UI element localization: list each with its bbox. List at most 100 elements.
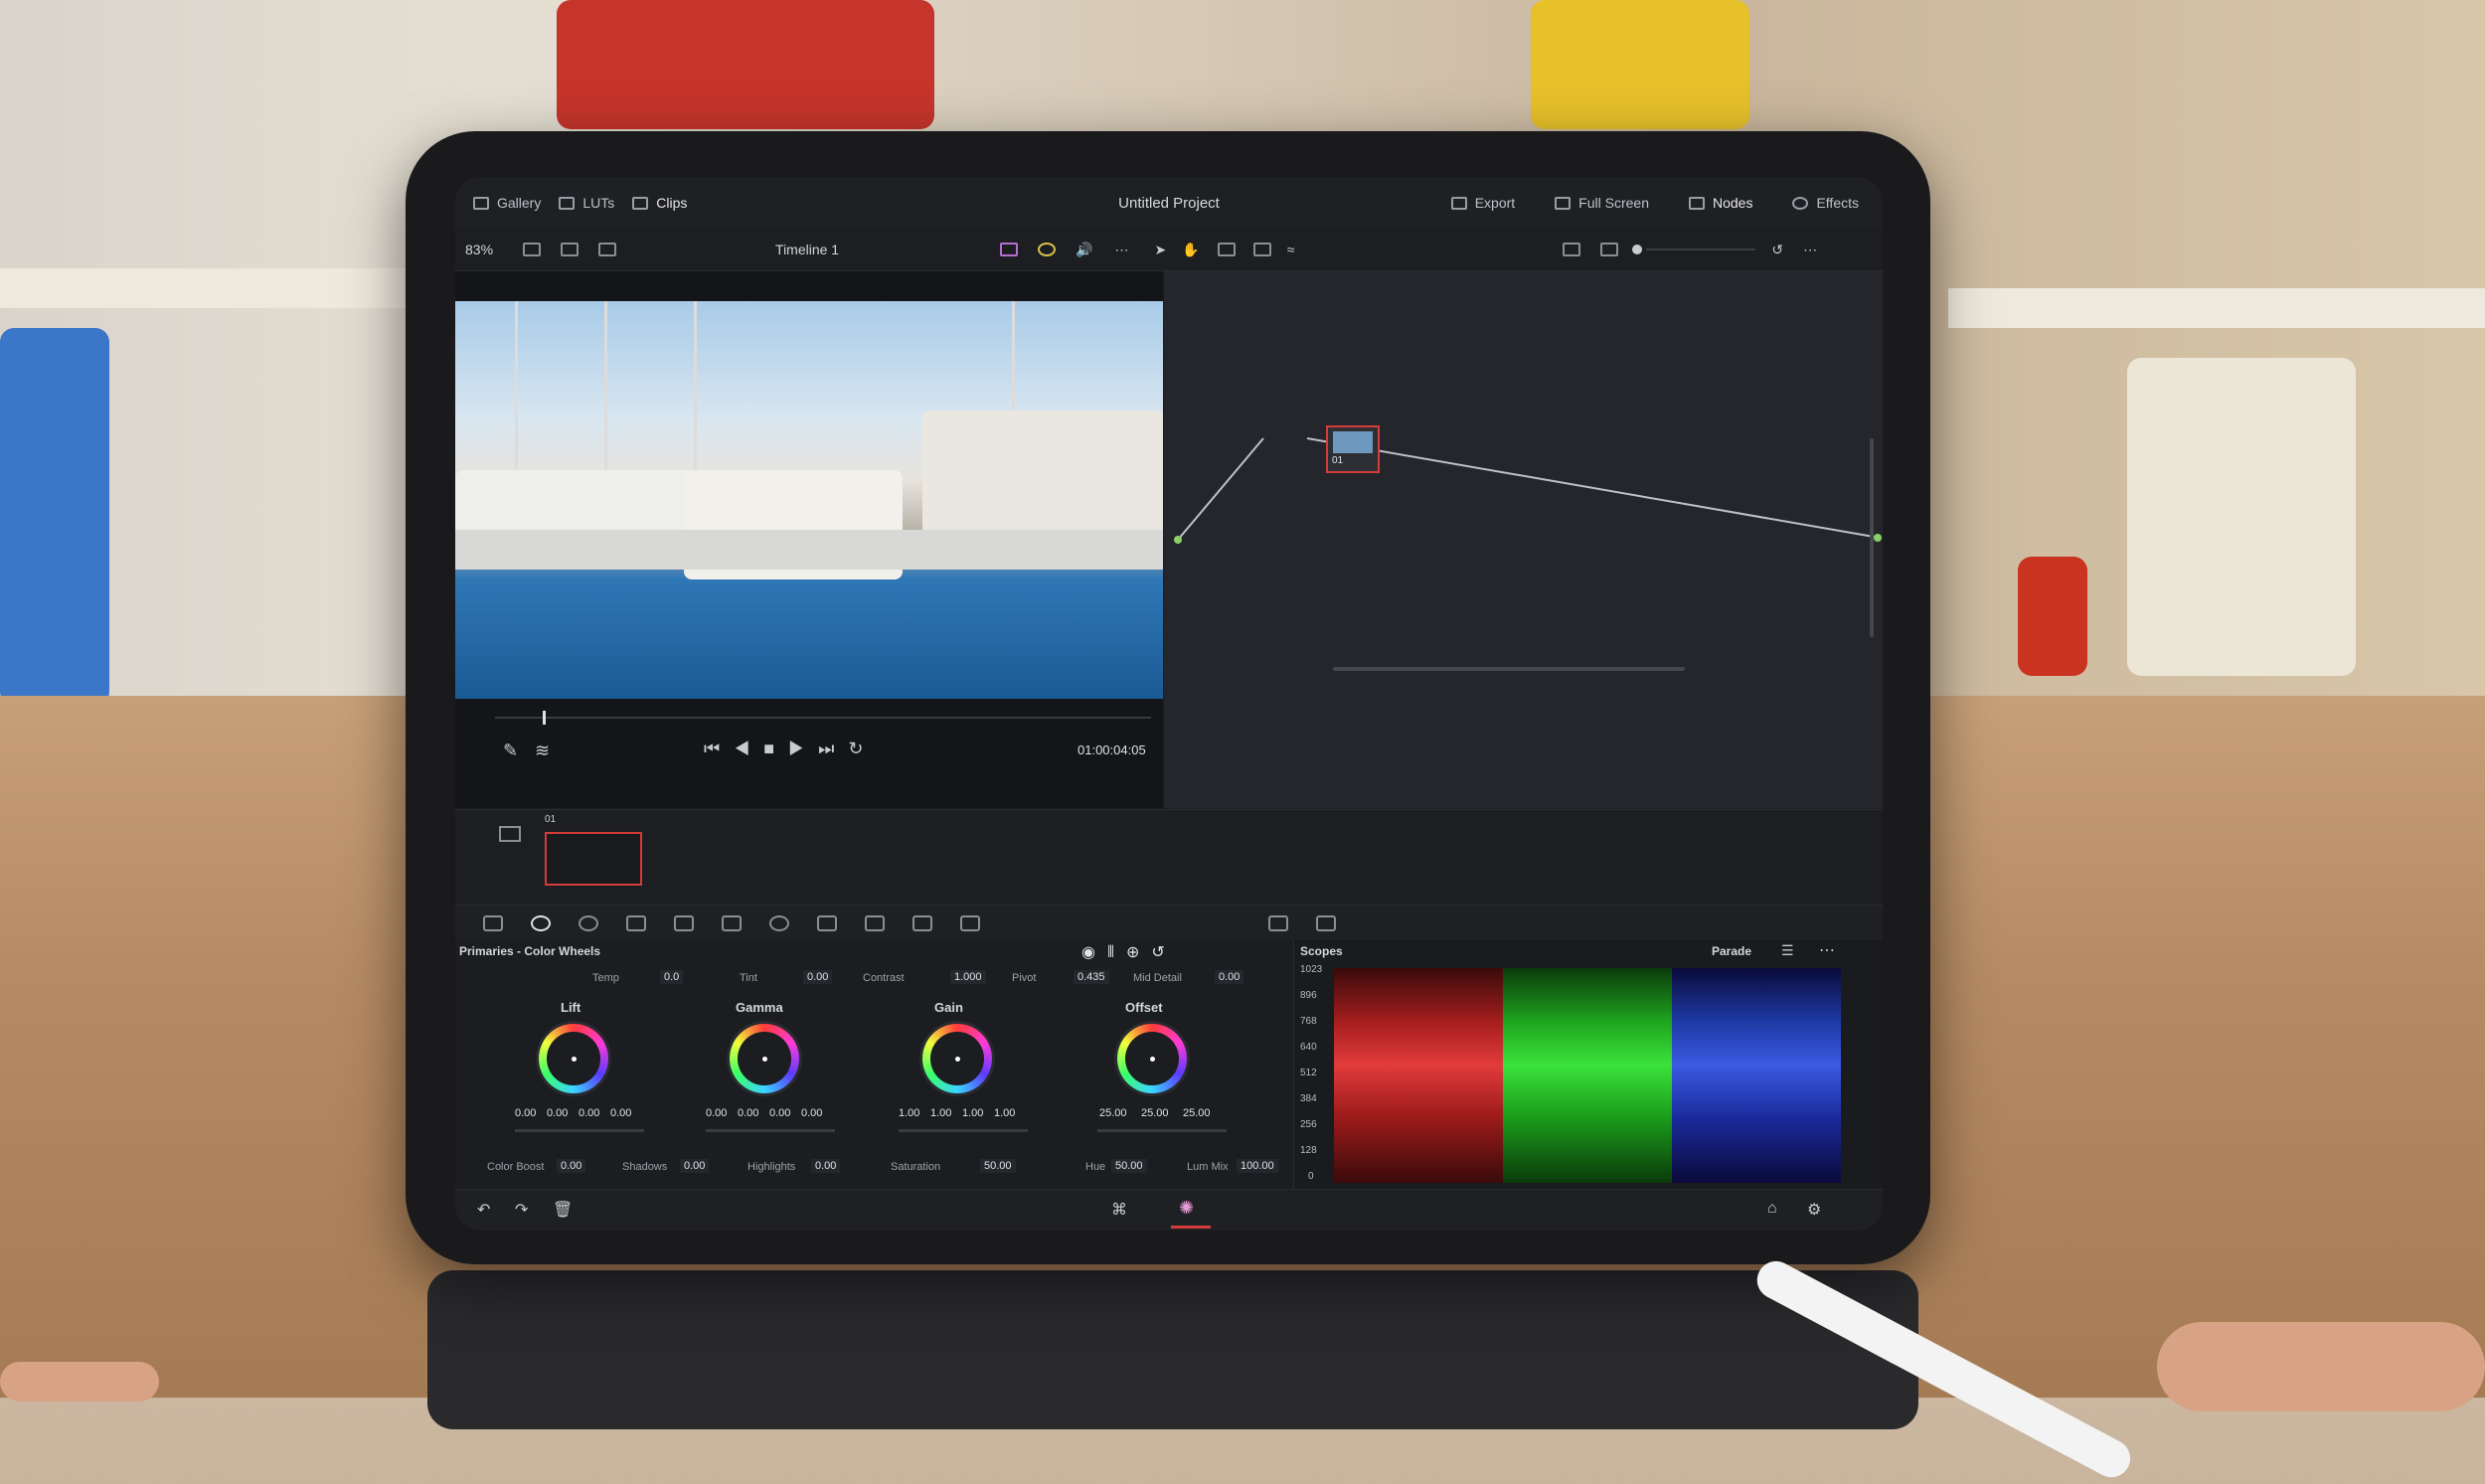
gamma-master-slider[interactable] (706, 1129, 835, 1132)
gamma-g[interactable]: 0.00 (769, 1107, 790, 1119)
gain-master-slider[interactable] (899, 1129, 1028, 1132)
gamma-wheel-point[interactable] (762, 1057, 767, 1062)
scope-settings-icon[interactable]: ☰ (1781, 942, 1794, 959)
window-icon[interactable] (769, 915, 789, 931)
trash-icon[interactable]: 🗑 (553, 1200, 573, 1220)
sizing-icon[interactable] (960, 915, 980, 931)
info-icon[interactable] (1316, 915, 1336, 931)
color-icon[interactable] (1038, 243, 1057, 256)
zoom-level[interactable]: 83% (465, 242, 493, 257)
zoom-slider-handle[interactable] (1632, 245, 1643, 254)
full-screen-button[interactable]: Full Screen (1555, 195, 1649, 211)
zoom-fit-icon[interactable] (1600, 243, 1619, 256)
scrubber[interactable] (495, 717, 1151, 719)
scope-mode-selector[interactable]: Parade (1712, 944, 1751, 958)
curves-icon[interactable]: ≈ (1287, 242, 1295, 257)
serial-node[interactable]: 01 (1326, 425, 1380, 473)
redo-icon[interactable]: ↷ (515, 1200, 528, 1220)
effects-tab[interactable]: Effects (1792, 195, 1859, 211)
curves-icon[interactable] (626, 915, 646, 931)
scope-options-icon[interactable]: ⋯ (1819, 940, 1835, 960)
camera-raw-icon[interactable] (483, 915, 503, 931)
temp-value[interactable]: 0.0 (660, 970, 684, 984)
split-view-icon[interactable] (561, 243, 580, 256)
qualifier-icon[interactable] (674, 915, 694, 931)
playhead[interactable] (543, 711, 546, 725)
more-icon[interactable]: ⋯ (1115, 242, 1129, 258)
tint-value[interactable]: 0.00 (803, 970, 833, 984)
lummix-value[interactable]: 100.00 (1237, 1159, 1278, 1173)
clip-view-icon[interactable] (499, 826, 521, 842)
reset-icon[interactable]: ↺ (1771, 242, 1783, 258)
tracker-icon[interactable] (817, 915, 837, 931)
export-button[interactable]: Export (1450, 195, 1515, 211)
scopes-icon[interactable] (1268, 915, 1288, 931)
gamma-r[interactable]: 0.00 (738, 1107, 758, 1119)
gamma-wheel[interactable] (730, 1024, 799, 1093)
contrast-value[interactable]: 1.000 (950, 970, 986, 984)
primaries-mode-icons[interactable]: ◉⦀⊕↺ (1081, 942, 1177, 962)
key-icon[interactable] (912, 915, 932, 931)
gain-r[interactable]: 1.00 (930, 1107, 951, 1119)
clip-thumbnail[interactable] (545, 832, 642, 886)
node-vertical-scrollbar[interactable] (1870, 438, 1874, 637)
layers-icon[interactable]: ≋ (535, 741, 550, 761)
home-icon[interactable]: ⌂ (1767, 1200, 1777, 1218)
offset-master-slider[interactable] (1097, 1129, 1227, 1132)
layers-icon[interactable] (1252, 243, 1271, 256)
highlight-icon[interactable] (1000, 243, 1019, 256)
grab-still-icon[interactable] (1563, 243, 1581, 256)
luts-tab[interactable]: LUTs (559, 195, 614, 211)
blur-icon[interactable] (865, 915, 885, 931)
lift-y[interactable]: 0.00 (515, 1107, 536, 1119)
shadows-value[interactable]: 0.00 (680, 1159, 710, 1173)
node-scrollbar[interactable] (1333, 667, 1685, 671)
single-view-icon[interactable] (523, 243, 542, 256)
gallery-tab[interactable]: Gallery (473, 195, 541, 211)
color-wheels-icon[interactable] (531, 915, 551, 931)
volume-icon[interactable]: 🔊 (1076, 242, 1092, 258)
offset-wheel-point[interactable] (1150, 1057, 1155, 1062)
gain-wheel[interactable] (922, 1024, 992, 1093)
offset-g[interactable]: 25.00 (1141, 1107, 1169, 1119)
options-icon[interactable]: ⋯ (1803, 242, 1817, 258)
pointer-icon[interactable]: ➤ (1155, 242, 1167, 258)
colorboost-value[interactable]: 0.00 (557, 1159, 586, 1173)
settings-gear-icon[interactable]: ⚙ (1807, 1200, 1821, 1220)
lift-wheel-point[interactable] (572, 1057, 577, 1062)
clips-tab[interactable]: Clips (632, 195, 687, 211)
eyedropper-icon[interactable]: ✎ (503, 741, 518, 761)
hdr-icon[interactable] (579, 915, 598, 931)
hue-value[interactable]: 50.00 (1111, 1159, 1147, 1173)
undo-icon[interactable]: ↶ (477, 1200, 490, 1220)
highlights-value[interactable]: 0.00 (811, 1159, 841, 1173)
compare-view-icon[interactable] (598, 243, 617, 256)
offset-b[interactable]: 25.00 (1183, 1107, 1211, 1119)
gain-wheel-point[interactable] (955, 1057, 960, 1062)
lift-g[interactable]: 0.00 (579, 1107, 599, 1119)
gain-y[interactable]: 1.00 (899, 1107, 919, 1119)
lift-b[interactable]: 0.00 (610, 1107, 631, 1119)
gamma-b[interactable]: 0.00 (801, 1107, 822, 1119)
hand-icon[interactable]: ✋ (1182, 242, 1199, 258)
timeline-selector[interactable]: Timeline 1 (775, 242, 839, 257)
gamma-y[interactable]: 0.00 (706, 1107, 727, 1119)
gain-b[interactable]: 1.00 (994, 1107, 1015, 1119)
zoom-slider[interactable] (1646, 248, 1756, 250)
lift-master-slider[interactable] (515, 1129, 644, 1132)
color-page-icon[interactable]: ✺ (1179, 1198, 1194, 1219)
node-editor[interactable]: 01 (1164, 271, 1883, 808)
eyedropper-icon[interactable] (722, 915, 742, 931)
lift-r[interactable]: 0.00 (547, 1107, 568, 1119)
offset-wheel[interactable] (1117, 1024, 1187, 1093)
node-add-icon[interactable] (1217, 243, 1236, 256)
transport-controls[interactable]: ⏮◀■▶⏭↻ (704, 739, 877, 759)
cut-page-icon[interactable]: ⌘ (1111, 1200, 1127, 1220)
saturation-value[interactable]: 50.00 (980, 1159, 1016, 1173)
offset-r[interactable]: 25.00 (1099, 1107, 1127, 1119)
lift-wheel[interactable] (539, 1024, 608, 1093)
pivot-value[interactable]: 0.435 (1074, 970, 1109, 984)
nodes-tab[interactable]: Nodes (1688, 195, 1752, 211)
middetail-value[interactable]: 0.00 (1215, 970, 1244, 984)
gain-g[interactable]: 1.00 (962, 1107, 983, 1119)
